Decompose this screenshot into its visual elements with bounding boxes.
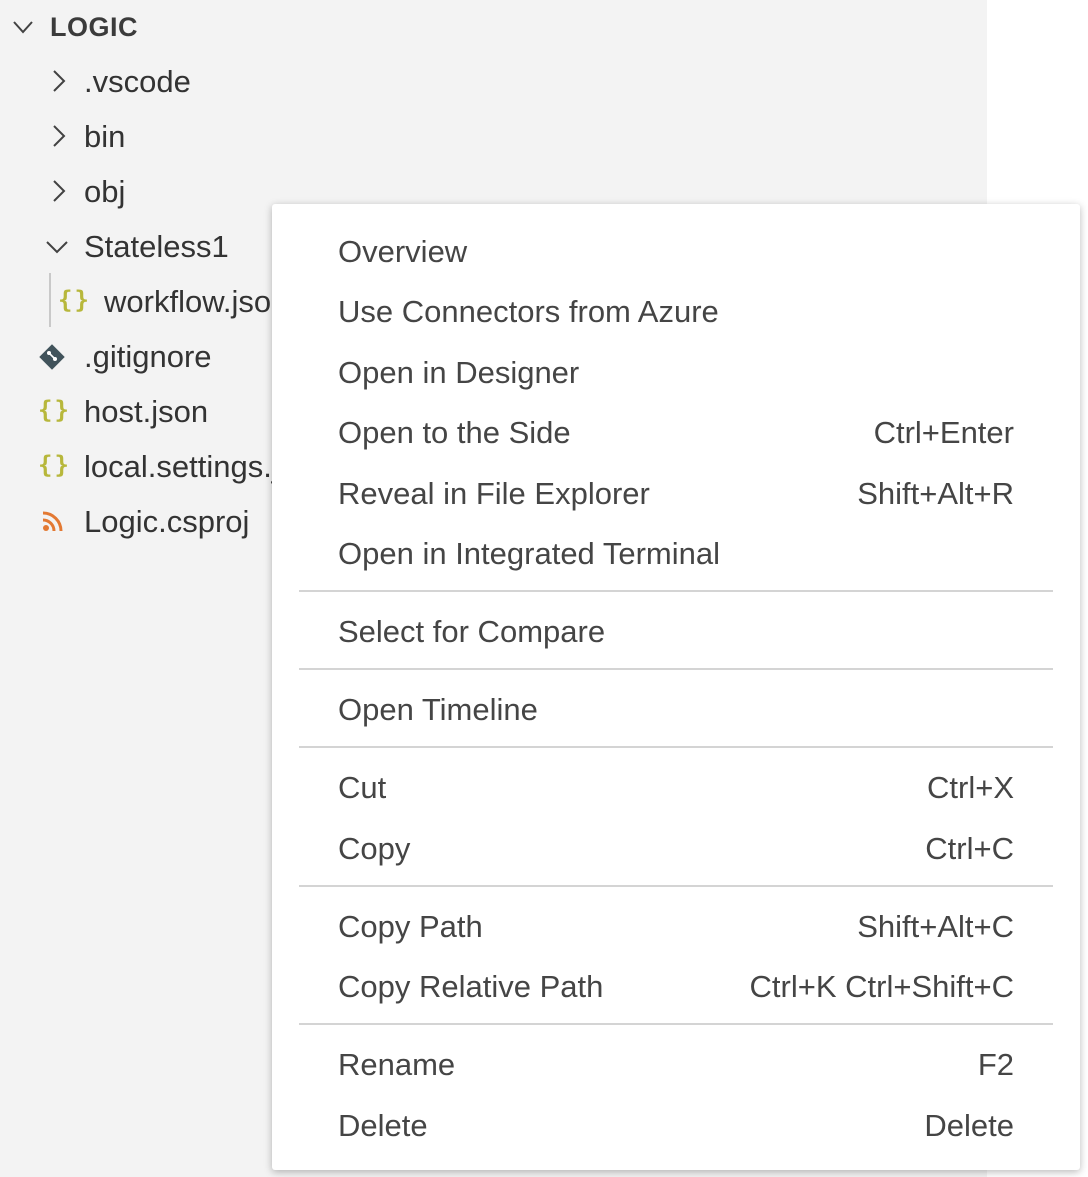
menu-item-shortcut: Ctrl+C (925, 831, 1014, 866)
menu-item-copy-relative-path[interactable]: Copy Relative Path Ctrl+K Ctrl+Shift+C (272, 957, 1080, 1017)
tree-item-label: obj (84, 174, 126, 209)
menu-separator (299, 746, 1053, 748)
context-menu: Overview Use Connectors from Azure Open … (272, 204, 1080, 1170)
tree-item-label: bin (84, 119, 126, 154)
menu-item-label: Open Timeline (338, 692, 538, 727)
menu-item-label: Reveal in File Explorer (338, 476, 650, 511)
menu-item-select-for-compare[interactable]: Select for Compare (272, 602, 1080, 662)
chevron-right-icon (53, 70, 66, 92)
menu-item-label: Open in Designer (338, 355, 580, 390)
tree-item-label: workflow.json (104, 284, 289, 319)
menu-item-shortcut: Shift+Alt+C (857, 909, 1014, 944)
menu-item-cut[interactable]: Cut Ctrl+X (272, 758, 1080, 818)
menu-separator (299, 885, 1053, 887)
tree-item-label: .gitignore (84, 339, 212, 374)
chevron-down-icon[interactable] (10, 14, 36, 40)
tree-item-label: Stateless1 (84, 229, 229, 264)
json-file-icon: {} (38, 451, 71, 479)
menu-item-open-in-integrated-terminal[interactable]: Open in Integrated Terminal (272, 524, 1080, 584)
menu-item-copy[interactable]: Copy Ctrl+C (272, 819, 1080, 879)
menu-item-open-in-designer[interactable]: Open in Designer (272, 343, 1080, 403)
menu-item-shortcut: Ctrl+Enter (873, 415, 1014, 450)
menu-item-open-timeline[interactable]: Open Timeline (272, 680, 1080, 740)
menu-item-label: Copy (338, 831, 411, 866)
menu-item-label: Rename (338, 1047, 456, 1082)
chevron-down-icon (46, 241, 68, 254)
tree-item-vscode[interactable]: .vscode (0, 54, 987, 109)
menu-separator (299, 590, 1053, 592)
menu-item-label: Copy Path (338, 909, 483, 944)
menu-item-use-connectors-from-azure[interactable]: Use Connectors from Azure (272, 282, 1080, 342)
menu-item-reveal-in-file-explorer[interactable]: Reveal in File Explorer Shift+Alt+R (272, 464, 1080, 524)
menu-item-label: Open in Integrated Terminal (338, 536, 720, 571)
menu-item-shortcut: F2 (977, 1047, 1014, 1082)
menu-item-label: Open to the Side (338, 415, 571, 450)
menu-item-delete[interactable]: Delete Delete (272, 1096, 1080, 1156)
menu-item-label: Cut (338, 770, 387, 805)
menu-item-label: Copy Relative Path (338, 969, 604, 1004)
menu-item-shortcut: Delete (924, 1108, 1014, 1143)
menu-item-shortcut: Ctrl+K Ctrl+Shift+C (749, 969, 1014, 1004)
tree-item-label: .vscode (84, 64, 191, 99)
menu-item-shortcut: Ctrl+X (927, 770, 1014, 805)
chevron-right-icon (53, 125, 66, 147)
menu-item-copy-path[interactable]: Copy Path Shift+Alt+C (272, 897, 1080, 957)
tree-item-bin[interactable]: bin (0, 109, 987, 164)
menu-item-rename[interactable]: Rename F2 (272, 1035, 1080, 1095)
menu-item-label: Delete (338, 1108, 428, 1143)
rss-file-icon (42, 511, 63, 532)
menu-item-shortcut: Shift+Alt+R (857, 476, 1014, 511)
menu-item-overview[interactable]: Overview (272, 222, 1080, 282)
json-file-icon: {} (58, 286, 91, 314)
menu-separator (299, 1023, 1053, 1025)
chevron-right-icon (53, 180, 66, 202)
menu-separator (299, 668, 1053, 670)
section-title: LOGIC (50, 12, 138, 42)
tree-item-label: host.json (84, 394, 209, 429)
menu-item-label: Overview (338, 234, 468, 269)
tree-item-label: Logic.csproj (84, 504, 250, 539)
json-file-icon: {} (38, 396, 71, 424)
explorer-section-header[interactable]: LOGIC (0, 0, 987, 54)
menu-item-label: Use Connectors from Azure (338, 294, 719, 329)
git-file-icon (39, 344, 65, 370)
menu-item-open-to-the-side[interactable]: Open to the Side Ctrl+Enter (272, 403, 1080, 463)
menu-item-label: Select for Compare (338, 614, 606, 649)
